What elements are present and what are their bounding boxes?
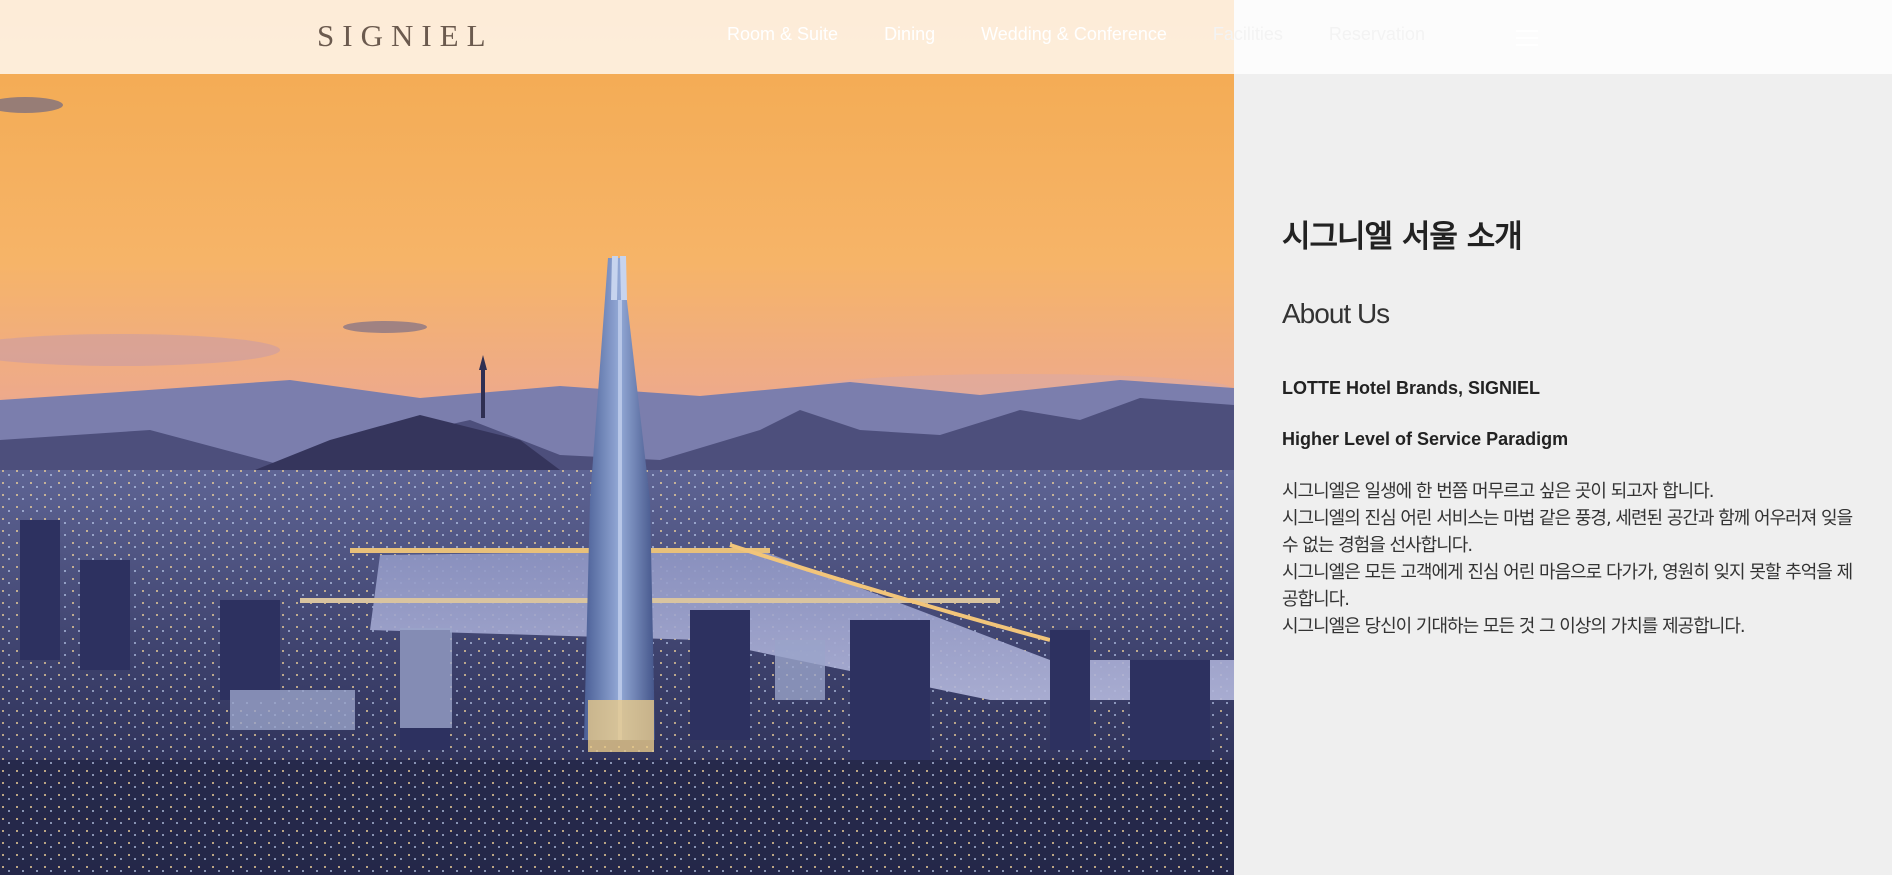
about-paragraph: 시그니엘은 당신이 기대하는 모든 것 그 이상의 가치를 제공합니다. [1282,616,1746,637]
about-description: 시그니엘은 일생에 한 번쯤 머무르고 싶은 곳이 되고자 합니다. 시그니엘의… [1282,478,1862,640]
about-paragraph: 시그니엘은 일생에 한 번쯤 머무르고 싶은 곳이 되고자 합니다. [1282,481,1715,502]
page-title-korean: 시그니엘 서울 소개 [1282,219,1523,255]
nav-reservation[interactable]: Reservation [1329,24,1425,45]
nav-facilities[interactable]: Facilities [1213,24,1283,45]
page-title-english: About Us [1282,298,1390,329]
service-subheading: Higher Level of Service Paradigm [1282,429,1569,449]
nav-room-suite[interactable]: Room & Suite [727,24,838,45]
about-content: 시그니엘 서울 소개 About Us LOTTE Hotel Brands, … [1282,211,1862,640]
site-header: SIGNIEL Room & Suite Dining Wedding & Co… [0,0,1892,74]
nav-dining[interactable]: Dining [884,24,935,45]
about-paragraph: 시그니엘의 진심 어린 서비스는 마법 같은 풍경, 세련된 공간과 함께 어우… [1282,508,1853,556]
main-nav: Room & Suite Dining Wedding & Conference… [727,24,1471,45]
about-paragraph: 시그니엘은 모든 고객에게 진심 어린 마음으로 다가가, 영원히 잊지 못할 … [1282,562,1853,610]
nav-wedding-conference[interactable]: Wedding & Conference [981,24,1167,45]
brand-subheading: LOTTE Hotel Brands, SIGNIEL [1282,378,1541,398]
hero-image [0,0,1234,875]
hamburger-menu-icon[interactable] [1516,30,1538,48]
signiel-logo[interactable]: SIGNIEL [317,18,494,54]
